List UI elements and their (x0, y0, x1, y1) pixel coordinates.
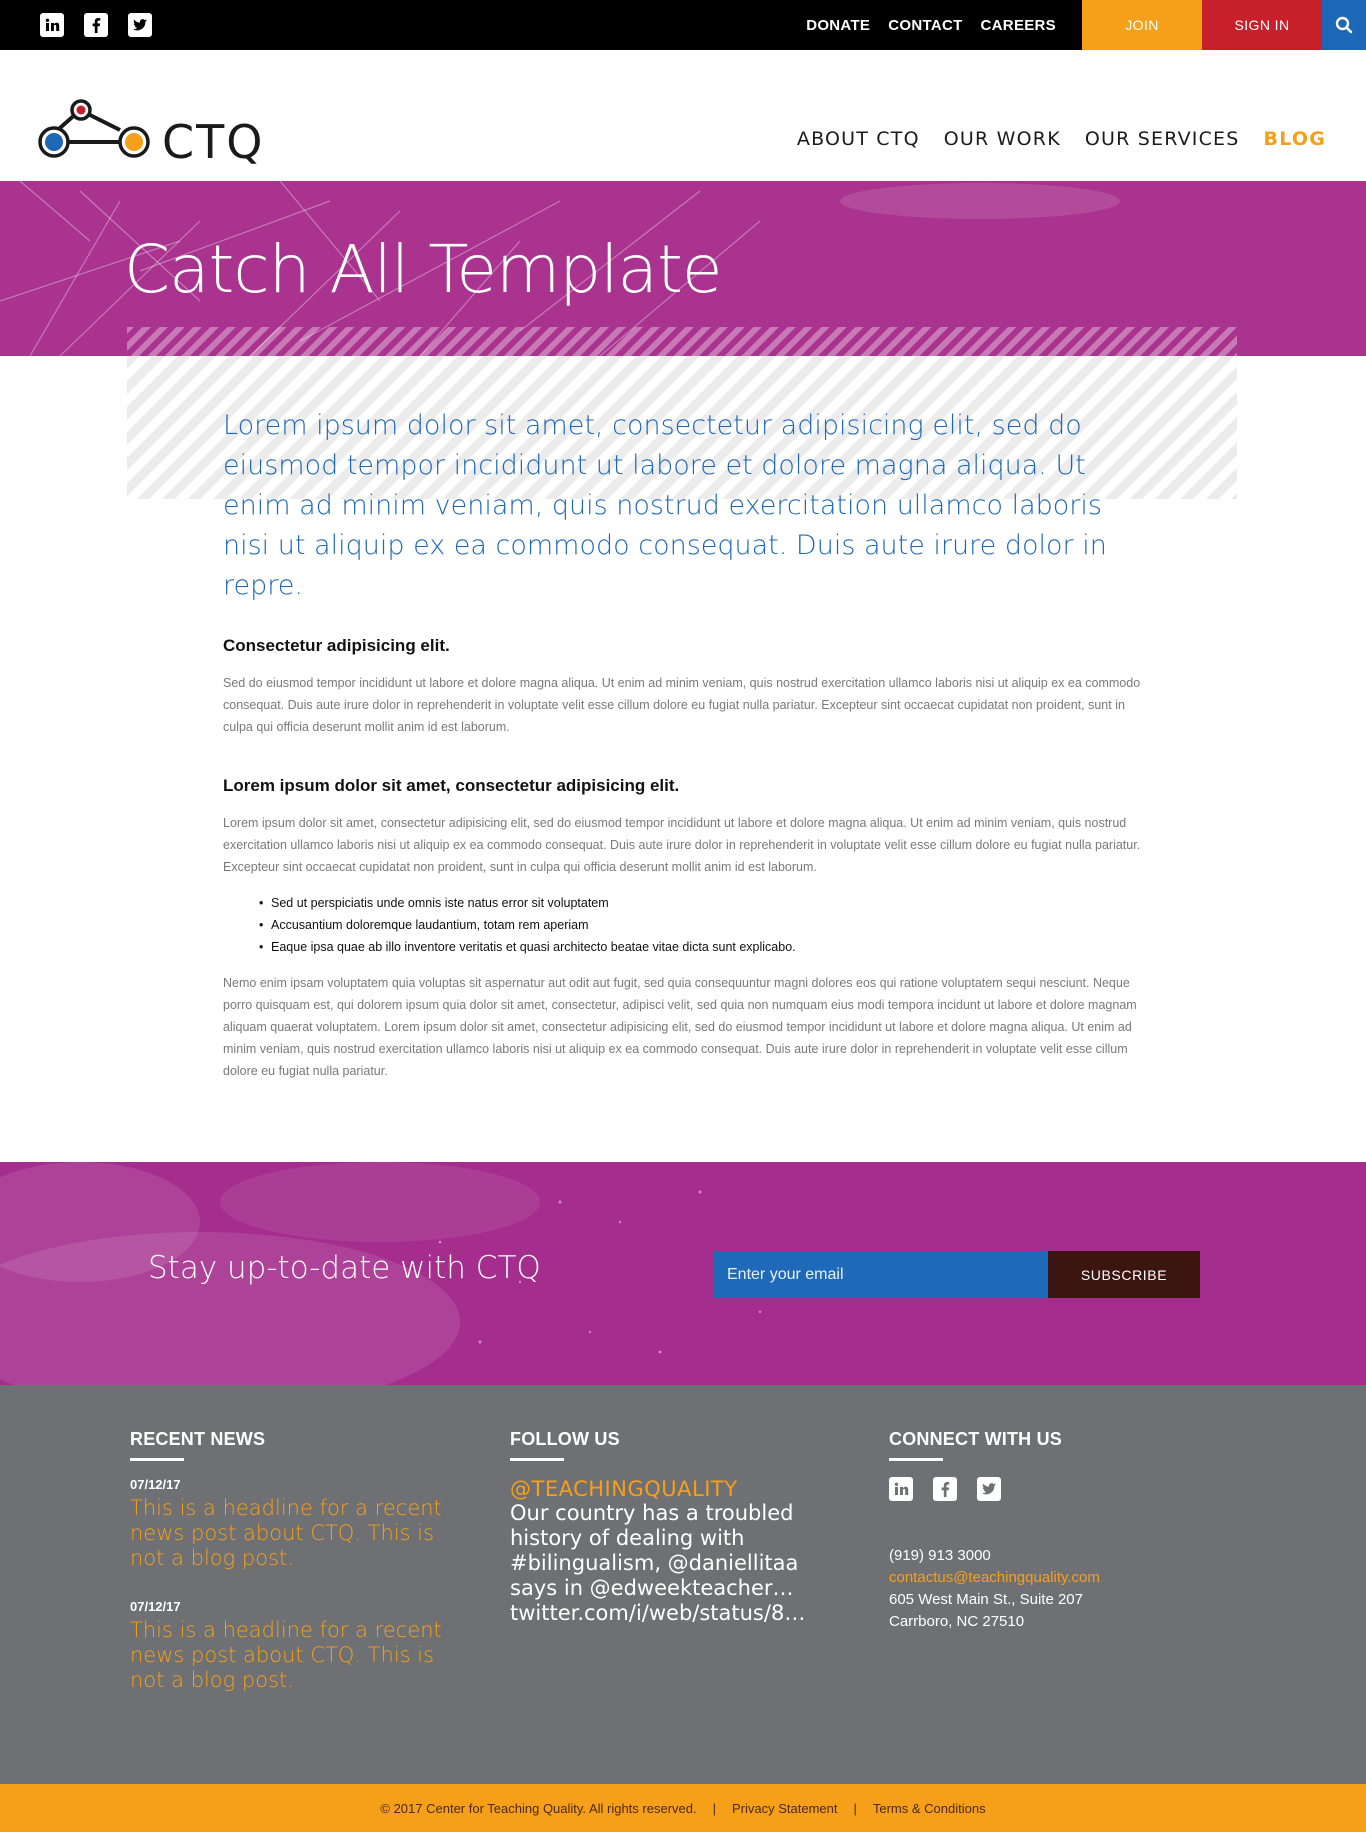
linkedin-icon[interactable] (40, 13, 64, 37)
heading-underline (889, 1458, 943, 1461)
search-icon (1335, 16, 1353, 34)
list-item: Sed ut perspiciatis unde omnis iste natu… (259, 892, 1143, 914)
follow-us-heading: FOLLOW US (510, 1429, 620, 1449)
twitter-icon[interactable] (977, 1477, 1001, 1501)
social-links-footer (889, 1477, 1209, 1501)
divider: | (712, 1800, 716, 1816)
sign-in-button[interactable]: SIGN IN (1202, 0, 1322, 50)
facebook-icon[interactable] (933, 1477, 957, 1501)
twitter-icon[interactable] (128, 13, 152, 37)
lead-paragraph: Lorem ipsum dolor sit amet, consectetur … (223, 410, 1107, 601)
news-headline-link[interactable]: This is a headline for a recent news pos… (130, 1618, 450, 1693)
nav-our-work[interactable]: OUR WORK (944, 128, 1061, 150)
news-date: 07/12/17 (130, 1599, 181, 1614)
recent-news-heading: RECENT NEWS (130, 1429, 266, 1449)
social-links-top (40, 13, 152, 37)
main-nav: ABOUT CTQ OUR WORK OUR SERVICES BLOG (797, 128, 1326, 150)
svg-text:CTQ: CTQ (162, 115, 264, 169)
list-item: Accusantium doloremque laudantium, totam… (259, 914, 1143, 936)
list-item: Eaque ipsa quae ab illo inventore verita… (259, 936, 1143, 958)
site-header: CTQ ABOUT CTQ OUR WORK OUR SERVICES BLOG (0, 50, 1366, 181)
phone-number: (919) 913 3000 (889, 1547, 991, 1564)
privacy-link[interactable]: Privacy Statement (732, 1801, 838, 1816)
donate-link[interactable]: DONATE (806, 17, 870, 34)
body-paragraph-3: Nemo enim ipsam voluptatem quia voluptas… (223, 976, 1137, 1078)
contact-link[interactable]: CONTACT (888, 17, 962, 34)
connect-column: CONNECT WITH US (919) 913 3000 contactus… (889, 1429, 1209, 1633)
twitter-handle-link[interactable]: @TEACHINGQUALITY (510, 1477, 830, 1501)
site-footer: RECENT NEWS 07/12/17 This is a headline … (0, 1385, 1366, 1784)
bullet-list: Sed ut perspiciatis unde omnis iste natu… (259, 892, 1143, 958)
contact-info: (919) 913 3000 contactus@teachingquality… (889, 1545, 1209, 1633)
copyright-text: © 2017 Center for Teaching Quality. All … (380, 1800, 697, 1816)
nav-blog[interactable]: BLOG (1264, 128, 1326, 150)
facebook-icon[interactable] (84, 13, 108, 37)
section-heading-2: Lorem ipsum dolor sit amet, consectetur … (223, 776, 680, 795)
subscribe-button[interactable]: SUBSCRIBE (1048, 1251, 1200, 1298)
terms-link[interactable]: Terms & Conditions (873, 1801, 986, 1816)
latest-tweet: Our country has a troubled history of de… (510, 1501, 806, 1625)
linkedin-icon[interactable] (889, 1477, 913, 1501)
subscribe-heading: Stay up-to-date with CTQ (148, 1250, 541, 1286)
divider: | (853, 1800, 857, 1816)
heading-underline (510, 1458, 564, 1461)
news-date: 07/12/17 (130, 1477, 181, 1492)
connect-heading: CONNECT WITH US (889, 1429, 1062, 1449)
hero-banner: Catch All Template (0, 181, 1366, 356)
nav-about[interactable]: ABOUT CTQ (797, 128, 920, 150)
legal-bar: © 2017 Center for Teaching Quality. All … (0, 1784, 1366, 1832)
article-body: Lorem ipsum dolor sit amet, consectetur … (223, 356, 1143, 1082)
page-bottom-spacer (0, 1832, 1366, 1842)
careers-link[interactable]: CAREERS (981, 17, 1056, 34)
follow-us-column: FOLLOW US @TEACHINGQUALITY Our country h… (510, 1429, 830, 1626)
heading-underline (130, 1458, 184, 1461)
utility-links: DONATE CONTACT CAREERS (806, 0, 1056, 50)
recent-news-column: RECENT NEWS 07/12/17 This is a headline … (130, 1429, 450, 1721)
newsletter-signup: Stay up-to-date with CTQ SUBSCRIBE (0, 1162, 1366, 1385)
section-heading-1: Consectetur adipisicing elit. (223, 636, 450, 655)
address-line-2: Carrboro, NC 27510 (889, 1613, 1025, 1630)
main-content: Lorem ipsum dolor sit amet, consectetur … (0, 356, 1366, 1162)
address-line-1: 605 West Main St., Suite 207 (889, 1591, 1083, 1608)
search-button[interactable] (1322, 0, 1366, 50)
news-headline-link[interactable]: This is a headline for a recent news pos… (130, 1496, 450, 1571)
email-input[interactable] (713, 1251, 1047, 1298)
nav-our-services[interactable]: OUR SERVICES (1085, 128, 1240, 150)
page-title: Catch All Template (124, 231, 722, 308)
join-button[interactable]: JOIN (1082, 0, 1202, 50)
email-link[interactable]: contactus@teachingquality.com (889, 1567, 1209, 1589)
utility-bar: DONATE CONTACT CAREERS JOIN SIGN IN (0, 0, 1366, 50)
body-paragraph-1: Sed do eiusmod tempor incididunt ut labo… (223, 676, 1141, 734)
ctq-logo[interactable]: CTQ (38, 90, 278, 170)
body-paragraph-2: Lorem ipsum dolor sit amet, consectetur … (223, 816, 1141, 874)
